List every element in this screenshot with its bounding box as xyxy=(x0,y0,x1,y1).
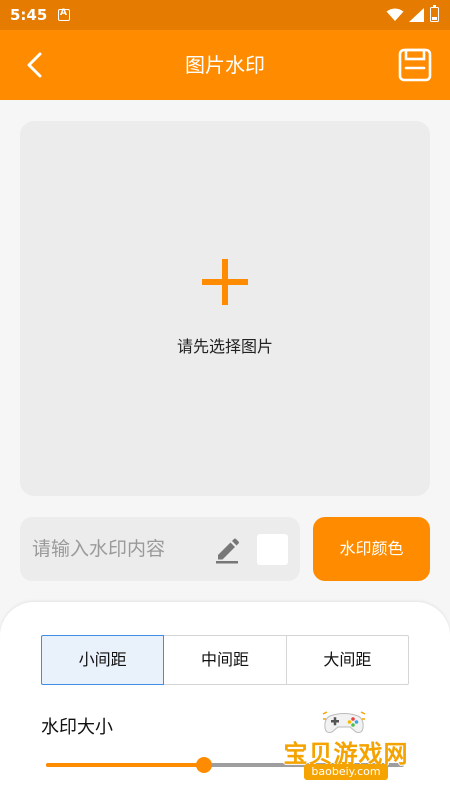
spacing-option-medium[interactable]: 中间距 xyxy=(163,635,287,685)
status-time: 5:45 xyxy=(10,6,48,24)
size-slider[interactable] xyxy=(46,750,404,780)
battery-icon xyxy=(430,4,439,22)
watermark-color-button[interactable]: 水印颜色 xyxy=(313,517,430,581)
pencil-icon[interactable] xyxy=(212,535,242,565)
slider-fill xyxy=(46,763,204,767)
save-button[interactable] xyxy=(396,46,434,84)
settings-panel: 小间距 中间距 大间距 水印大小 xyxy=(0,602,450,800)
spacing-option-large[interactable]: 大间距 xyxy=(285,635,409,685)
plus-icon xyxy=(202,259,248,305)
page-title: 图片水印 xyxy=(185,53,265,77)
watermark-input-box xyxy=(20,517,300,581)
color-preview-swatch[interactable] xyxy=(257,534,288,565)
size-label: 水印大小 xyxy=(41,717,113,738)
spacing-segmented-control: 小间距 中间距 大间距 xyxy=(41,635,409,685)
app-notification-icon xyxy=(58,8,70,21)
picker-hint: 请先选择图片 xyxy=(176,337,273,356)
slider-thumb[interactable] xyxy=(195,757,212,773)
watermark-text-input[interactable] xyxy=(32,531,207,567)
floppy-disk-icon xyxy=(398,48,432,82)
spacing-option-small[interactable]: 小间距 xyxy=(41,635,165,685)
image-picker[interactable]: 请先选择图片 xyxy=(20,121,430,496)
status-bar: 5:45 xyxy=(0,0,450,30)
wifi-icon xyxy=(386,8,404,21)
signal-icon xyxy=(409,8,424,22)
app-bar: 图片水印 xyxy=(0,30,450,100)
